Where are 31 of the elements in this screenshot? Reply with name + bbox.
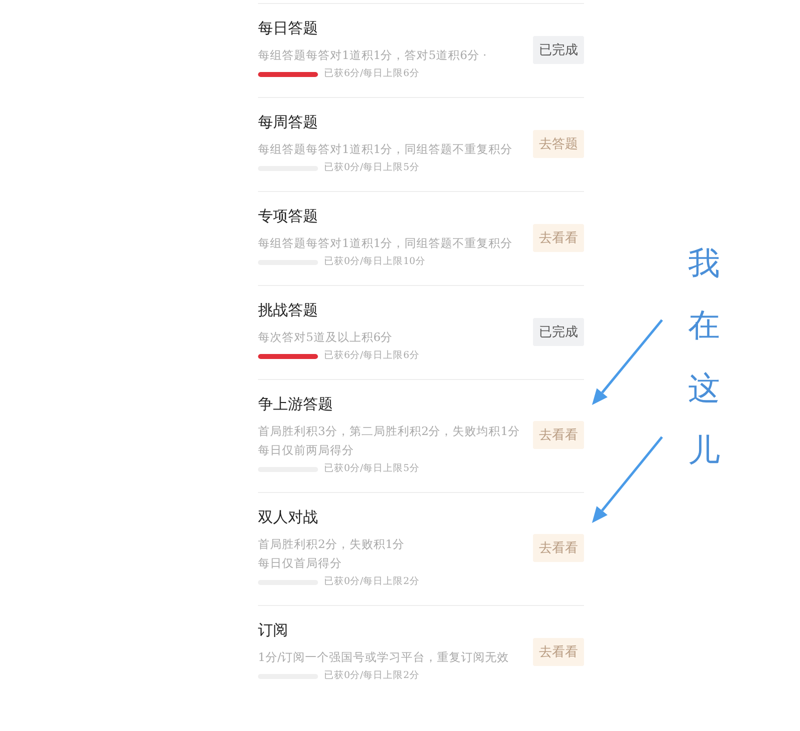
progress-text: 已获0分/每日上限2分 (324, 575, 420, 589)
task-button[interactable]: 去看看 (533, 638, 584, 666)
task-button[interactable]: 已完成 (533, 36, 584, 64)
task-description: 每日仅前两局得分 (258, 442, 355, 459)
annotation-text: 我在这儿 (688, 243, 720, 472)
task-title: 挑战答题 (258, 300, 319, 320)
task-description: 每次答对5道及以上积6分 (258, 329, 394, 346)
task-description: 首局胜利积3分，第二局胜利积2分，失败均积1分 (258, 423, 521, 440)
progress-text: 已获0分/每日上限10分 (324, 255, 426, 269)
task-button[interactable]: 去答题 (533, 130, 584, 158)
task-description: 每组答题每答对1道积1分，同组答题不重复积分 (258, 235, 514, 252)
task-description: 每日仅首局得分 (258, 555, 343, 572)
task-description: 1分/订阅一个强国号或学习平台，重复订阅无效 (258, 649, 510, 666)
task-description: 每组答题每答对1道积1分，答对5道积6分 · (258, 47, 488, 64)
progress-text: 已获0分/每日上限2分 (324, 669, 420, 683)
task-title: 双人对战 (258, 507, 319, 527)
task-button[interactable]: 去看看 (533, 421, 584, 449)
task-title: 每日答题 (258, 18, 319, 38)
task-button[interactable]: 去看看 (533, 224, 584, 252)
task-title: 订阅 (258, 620, 289, 640)
progress-text: 已获6分/每日上限6分 (324, 349, 420, 363)
task-button[interactable]: 去看看 (533, 534, 584, 562)
progress-text: 已获0分/每日上限5分 (324, 161, 420, 175)
task-title: 每周答题 (258, 112, 319, 132)
task-button[interactable]: 已完成 (533, 318, 584, 346)
task-title: 争上游答题 (258, 394, 334, 414)
progress-text: 已获0分/每日上限5分 (324, 462, 420, 476)
task-title: 专项答题 (258, 206, 319, 226)
task-description: 首局胜利积2分，失败积1分 (258, 536, 406, 553)
progress-text: 已获6分/每日上限6分 (324, 67, 420, 81)
task-description: 每组答题每答对1道积1分，同组答题不重复积分 (258, 141, 514, 158)
